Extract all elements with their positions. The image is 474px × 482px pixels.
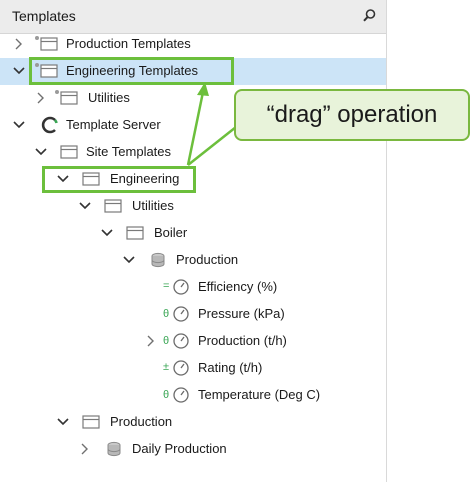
attribute-prefix: ±	[163, 361, 170, 373]
template-folder-icon	[54, 89, 82, 110]
tree-item-production-rate[interactable]: θ Production (t/h)	[0, 328, 386, 355]
tree-item-label: Boiler	[154, 225, 188, 240]
tree-item-rating[interactable]: ± Rating (t/h)	[0, 355, 386, 382]
template-folder-icon	[34, 35, 62, 56]
attribute-gauge-icon	[172, 386, 190, 407]
tree-item-label: Production (t/h)	[198, 333, 287, 348]
tree-item-label: Template Server	[66, 117, 161, 132]
drag-operation-callout: “drag” operation	[234, 89, 470, 141]
attribute-gauge-icon	[172, 332, 190, 353]
tree-item-production-templates[interactable]: Production Templates	[0, 31, 386, 58]
chevron-down-icon[interactable]	[120, 251, 138, 269]
tree-item-temperature[interactable]: θ Temperature (Deg C)	[0, 382, 386, 409]
chevron-right-icon[interactable]	[142, 332, 160, 350]
tree-item-utilities-sub[interactable]: Utilities	[0, 193, 386, 220]
tree-item-engineering-templates[interactable]: Engineering Templates	[0, 58, 386, 85]
tree-item-label: Production Templates	[66, 36, 191, 51]
tree-item-label: Production	[110, 414, 173, 429]
chevron-down-icon[interactable]	[10, 116, 28, 134]
folder-icon	[124, 224, 146, 245]
server-icon	[40, 116, 60, 137]
element-icon	[148, 251, 168, 272]
tree-item-engineering[interactable]: Engineering	[0, 166, 386, 193]
folder-icon	[80, 413, 102, 434]
tree-item-label: Engineering Templates	[66, 63, 199, 78]
chevron-right-icon[interactable]	[10, 35, 28, 53]
tree-item-label: Daily Production	[132, 441, 227, 456]
tree-item-label: Utilities	[88, 90, 130, 105]
chevron-down-icon[interactable]	[54, 413, 72, 431]
chevron-down-icon[interactable]	[10, 62, 28, 80]
chevron-down-icon[interactable]	[98, 224, 116, 242]
tree-item-production-element[interactable]: Production	[0, 247, 386, 274]
attribute-gauge-icon	[172, 305, 190, 326]
folder-icon	[102, 197, 124, 218]
attribute-prefix: θ	[163, 389, 170, 401]
attribute-gauge-icon	[172, 359, 190, 380]
attribute-gauge-icon	[172, 278, 190, 299]
panel-title: Templates	[12, 8, 76, 24]
tree-item-daily-production[interactable]: Daily Production	[0, 436, 386, 463]
chevron-down-icon[interactable]	[76, 197, 94, 215]
attribute-prefix: =	[163, 280, 170, 292]
tree-item-label: Site Templates	[86, 144, 172, 159]
tree-item-boiler[interactable]: Boiler	[0, 220, 386, 247]
tree-item-label: Efficiency (%)	[198, 279, 278, 294]
chevron-down-icon[interactable]	[32, 143, 50, 161]
tree-item-label: Production	[176, 252, 239, 267]
tree-item-pressure[interactable]: θ Pressure (kPa)	[0, 301, 386, 328]
tree-item-production-folder[interactable]: Production	[0, 409, 386, 436]
chevron-right-icon[interactable]	[76, 440, 94, 458]
chevron-right-icon[interactable]	[32, 89, 50, 107]
attribute-prefix: θ	[163, 335, 170, 347]
tree-item-efficiency[interactable]: = Efficiency (%)	[0, 274, 386, 301]
element-icon	[104, 440, 124, 461]
tree-item-label: Utilities	[132, 198, 174, 213]
tree-item-label: Temperature (Deg C)	[198, 387, 321, 402]
tree-item-label: Rating (t/h)	[198, 360, 263, 375]
tree-item-site-templates[interactable]: Site Templates	[0, 139, 386, 166]
attribute-prefix: θ	[163, 308, 170, 320]
chevron-down-icon[interactable]	[54, 170, 72, 188]
folder-icon	[58, 143, 80, 164]
panel-header: Templates	[0, 0, 386, 34]
template-folder-icon	[34, 62, 62, 83]
search-icon[interactable]	[358, 5, 380, 27]
tree-item-label: Engineering	[110, 171, 180, 186]
tree-item-label: Pressure (kPa)	[198, 306, 285, 321]
folder-icon	[80, 170, 102, 191]
templates-panel: Templates Production Templates Engineeri…	[0, 0, 387, 482]
